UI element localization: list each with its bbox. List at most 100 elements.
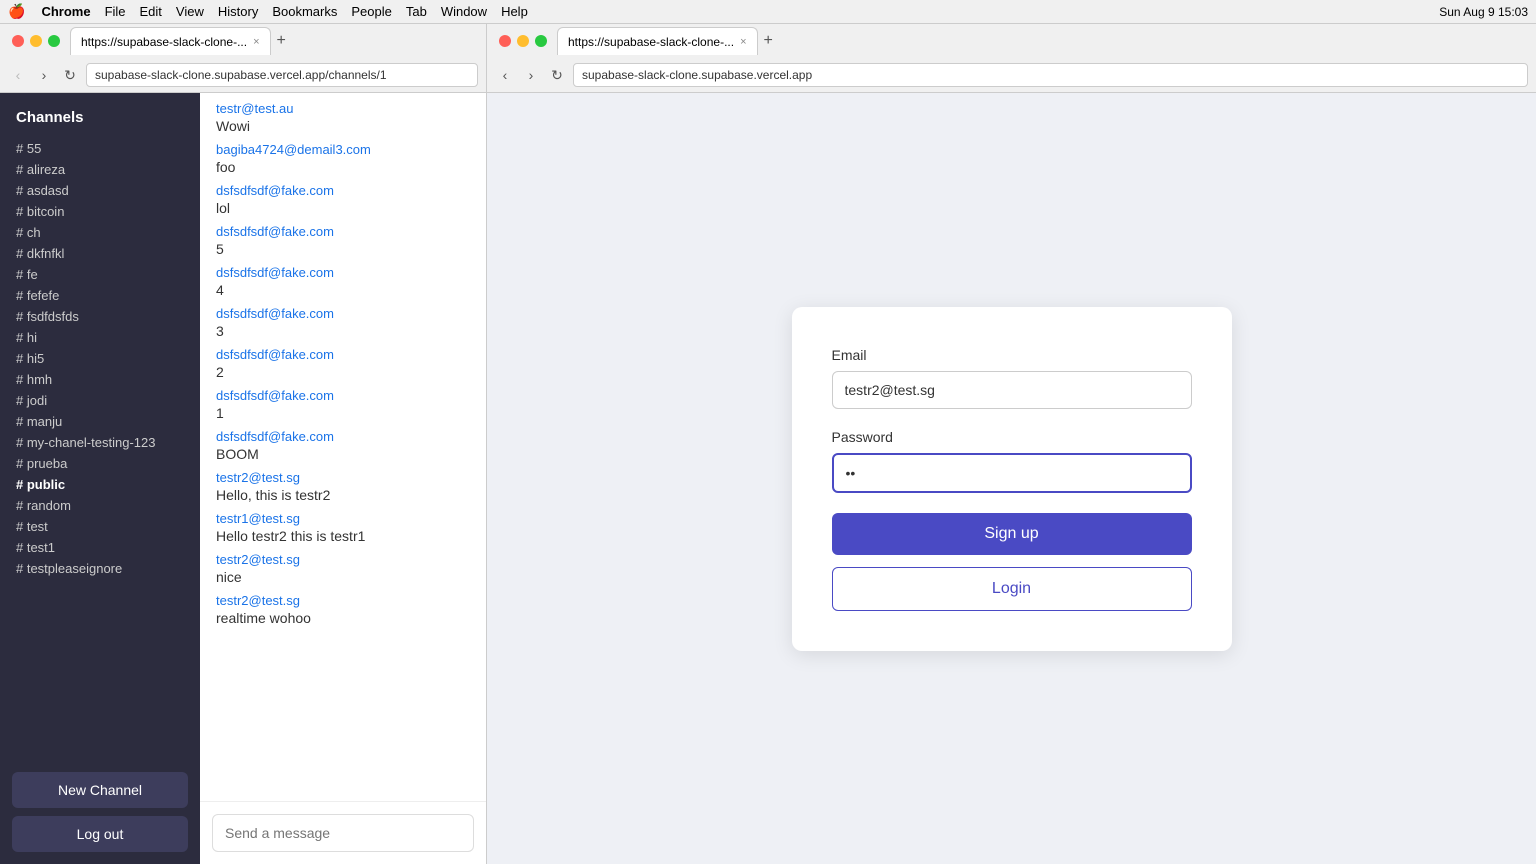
right-browser: https://supabase-slack-clone-... × + ‹ ›… bbox=[487, 24, 1536, 864]
channel-item[interactable]: # public bbox=[0, 474, 200, 495]
message-author: dsfsdfsdf@fake.com bbox=[216, 265, 470, 280]
channel-item[interactable]: # hi bbox=[0, 327, 200, 348]
right-app: Email Password Sign up Login bbox=[487, 93, 1536, 864]
channel-item[interactable]: # fsdfdsfds bbox=[0, 306, 200, 327]
app-name-menu[interactable]: Chrome bbox=[41, 4, 90, 19]
channel-item[interactable]: # fe bbox=[0, 264, 200, 285]
left-address-bar: ‹ › ↻ bbox=[0, 58, 486, 92]
channel-item[interactable]: # ch bbox=[0, 222, 200, 243]
menu-tab[interactable]: Tab bbox=[406, 4, 427, 19]
channel-item[interactable]: # alireza bbox=[0, 159, 200, 180]
message-block: dsfsdfsdf@fake.com5 bbox=[216, 224, 470, 257]
email-input[interactable] bbox=[832, 371, 1192, 409]
message-block: dsfsdfsdf@fake.com4 bbox=[216, 265, 470, 298]
logout-button[interactable]: Log out bbox=[12, 816, 188, 852]
left-refresh-btn[interactable]: ↻ bbox=[60, 65, 80, 85]
left-browser: https://supabase-slack-clone-... × + ‹ ›… bbox=[0, 24, 487, 864]
menubar: 🍎 Chrome File Edit View History Bookmark… bbox=[0, 0, 1536, 24]
right-close-btn[interactable] bbox=[499, 35, 511, 47]
menu-history[interactable]: History bbox=[218, 4, 258, 19]
menu-bookmarks[interactable]: Bookmarks bbox=[272, 4, 337, 19]
left-back-btn[interactable]: ‹ bbox=[8, 65, 28, 85]
right-minimize-btn[interactable] bbox=[517, 35, 529, 47]
right-maximize-btn[interactable] bbox=[535, 35, 547, 47]
channel-item[interactable]: # asdasd bbox=[0, 180, 200, 201]
message-block: dsfsdfsdf@fake.com 3 bbox=[216, 306, 470, 339]
channel-item[interactable]: # prueba bbox=[0, 453, 200, 474]
menu-help[interactable]: Help bbox=[501, 4, 528, 19]
message-author: testr@test.au bbox=[216, 101, 470, 116]
left-close-btn[interactable] bbox=[12, 35, 24, 47]
channel-item[interactable]: # testpleaseignore bbox=[0, 558, 200, 579]
message-block: testr2@test.sgnice bbox=[216, 552, 470, 585]
message-author: dsfsdfsdf@fake.com bbox=[216, 388, 470, 403]
menu-view[interactable]: View bbox=[176, 4, 204, 19]
auth-card: Email Password Sign up Login bbox=[792, 307, 1232, 651]
left-address-input[interactable] bbox=[86, 63, 478, 87]
menu-file[interactable]: File bbox=[105, 4, 126, 19]
channel-item[interactable]: # manju bbox=[0, 411, 200, 432]
channel-item[interactable]: # test bbox=[0, 516, 200, 537]
message-input[interactable] bbox=[212, 814, 474, 852]
right-window-controls bbox=[491, 35, 555, 47]
left-forward-btn[interactable]: › bbox=[34, 65, 54, 85]
left-tab-active[interactable]: https://supabase-slack-clone-... × bbox=[70, 27, 271, 55]
message-author: testr2@test.sg bbox=[216, 593, 470, 608]
menu-window[interactable]: Window bbox=[441, 4, 487, 19]
channel-item[interactable]: # bitcoin bbox=[0, 201, 200, 222]
sidebar-header: Channels bbox=[0, 93, 200, 134]
channel-item[interactable]: # random bbox=[0, 495, 200, 516]
channel-item[interactable]: # jodi bbox=[0, 390, 200, 411]
left-maximize-btn[interactable] bbox=[48, 35, 60, 47]
left-window-controls bbox=[4, 35, 68, 47]
email-group: Email bbox=[832, 347, 1192, 409]
right-refresh-btn[interactable]: ↻ bbox=[547, 65, 567, 85]
channel-item[interactable]: # hmh bbox=[0, 369, 200, 390]
message-author: dsfsdfsdf@fake.com bbox=[216, 306, 470, 321]
message-block: bagiba4724@demail3.comfoo bbox=[216, 142, 470, 175]
message-text: 3 bbox=[216, 323, 470, 339]
right-back-btn[interactable]: ‹ bbox=[495, 65, 515, 85]
right-tab-active[interactable]: https://supabase-slack-clone-... × bbox=[557, 27, 758, 55]
right-address-input[interactable] bbox=[573, 63, 1528, 87]
chat-area: testr@test.au Wowi bagiba4724@demail3.comf… bbox=[200, 93, 486, 864]
menu-items: Chrome File Edit View History Bookmarks … bbox=[41, 4, 527, 19]
message-author: testr2@test.sg bbox=[216, 470, 470, 485]
new-channel-button[interactable]: New Channel bbox=[12, 772, 188, 808]
message-block: dsfsdfsdf@fake.comBOOM bbox=[216, 429, 470, 462]
message-author: dsfsdfsdf@fake.com bbox=[216, 183, 470, 198]
message-author: bagiba4724@demail3.com bbox=[216, 142, 470, 157]
message-text: realtime wohoo bbox=[216, 610, 470, 626]
sidebar: Channels # 55# alireza# asdasd# bitcoin#… bbox=[0, 93, 200, 864]
message-author: dsfsdfsdf@fake.com bbox=[216, 429, 470, 444]
right-address-bar: ‹ › ↻ bbox=[487, 58, 1536, 92]
message-author: testr2@test.sg bbox=[216, 552, 470, 567]
left-new-tab-btn[interactable]: + bbox=[273, 32, 290, 50]
channel-item[interactable]: # fefefe bbox=[0, 285, 200, 306]
menubar-right: Sun Aug 9 15:03 bbox=[1439, 5, 1528, 19]
channel-item[interactable]: # test1 bbox=[0, 537, 200, 558]
left-minimize-btn[interactable] bbox=[30, 35, 42, 47]
channel-item[interactable]: # 55 bbox=[0, 138, 200, 159]
login-button[interactable]: Login bbox=[832, 567, 1192, 611]
right-new-tab-btn[interactable]: + bbox=[760, 32, 777, 50]
channel-item[interactable]: # hi5 bbox=[0, 348, 200, 369]
email-label: Email bbox=[832, 347, 1192, 363]
sidebar-footer: New Channel Log out bbox=[0, 760, 200, 864]
menu-people[interactable]: People bbox=[351, 4, 391, 19]
channel-item[interactable]: # my-chanel-testing-123 bbox=[0, 432, 200, 453]
message-author: dsfsdfsdf@fake.com bbox=[216, 347, 470, 362]
password-group: Password bbox=[832, 429, 1192, 493]
password-input[interactable] bbox=[832, 453, 1192, 493]
right-browser-chrome: https://supabase-slack-clone-... × + ‹ ›… bbox=[487, 24, 1536, 93]
channel-item[interactable]: # dkfnfkl bbox=[0, 243, 200, 264]
menu-edit[interactable]: Edit bbox=[140, 4, 162, 19]
right-tab-close[interactable]: × bbox=[740, 36, 746, 48]
right-forward-btn[interactable]: › bbox=[521, 65, 541, 85]
message-text: lol bbox=[216, 200, 470, 216]
message-text: Wowi bbox=[216, 118, 470, 134]
signup-button[interactable]: Sign up bbox=[832, 513, 1192, 555]
password-label: Password bbox=[832, 429, 1192, 445]
message-block: testr2@test.sg realtime wohoo bbox=[216, 593, 470, 626]
left-tab-close[interactable]: × bbox=[253, 36, 259, 48]
